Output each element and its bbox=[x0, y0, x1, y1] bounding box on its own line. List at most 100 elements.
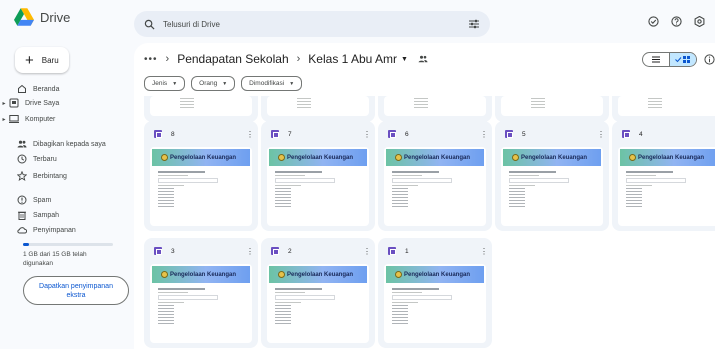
new-button[interactable]: + Baru bbox=[15, 47, 69, 73]
more-vert-icon[interactable]: ⋮ bbox=[363, 130, 371, 139]
sidebar-item-computers[interactable]: ▸ Komputer bbox=[0, 112, 130, 126]
file-card[interactable]: 7 ⋮ Pengelolaan Keuangan bbox=[261, 121, 375, 231]
chevron-right-icon: › bbox=[296, 53, 301, 65]
more-vert-icon[interactable]: ⋮ bbox=[480, 247, 488, 256]
sidebar-item-spam[interactable]: Spam bbox=[0, 193, 130, 207]
file-card-header: 1 ⋮ bbox=[388, 245, 488, 257]
computer-icon bbox=[9, 115, 19, 123]
sidebar-item-label: Penyimpanan bbox=[33, 226, 76, 234]
seal-icon bbox=[395, 154, 402, 161]
thumbnail-banner-text: Pengelolaan Keuangan bbox=[404, 154, 471, 161]
sidebar-item-trash[interactable]: Sampah bbox=[0, 208, 130, 222]
file-name: 3 bbox=[171, 247, 175, 255]
sidebar-item-storage[interactable]: Penyimpanan bbox=[0, 223, 130, 237]
file-card[interactable]: 3 ⋮ Pengelolaan Keuangan bbox=[144, 238, 258, 348]
filter-chip-people[interactable]: Orang ▼ bbox=[191, 76, 236, 91]
file-name: 4 bbox=[639, 130, 643, 138]
list-view-icon bbox=[652, 56, 660, 63]
sidebar-item-home[interactable]: Beranda bbox=[0, 82, 130, 96]
caret-down-icon: ▼ bbox=[172, 80, 178, 87]
expand-arrow-icon[interactable]: ▸ bbox=[0, 116, 8, 123]
grid-view-button[interactable] bbox=[669, 53, 696, 66]
more-vert-icon[interactable]: ⋮ bbox=[363, 247, 371, 256]
seal-icon bbox=[512, 154, 519, 161]
file-card-partial[interactable] bbox=[144, 96, 258, 122]
more-vert-icon[interactable]: ⋮ bbox=[246, 130, 254, 139]
seal-icon bbox=[161, 154, 168, 161]
plus-icon: + bbox=[25, 51, 34, 69]
sidebar-item-starred[interactable]: Berbintang bbox=[0, 169, 130, 183]
storage-text: 1 GB dari 15 GB telah digunakan bbox=[23, 251, 87, 267]
filter-chip-label: Jenis bbox=[152, 80, 168, 87]
more-vert-icon[interactable]: ⋮ bbox=[597, 130, 605, 139]
top-icons bbox=[648, 16, 705, 27]
tune-icon[interactable] bbox=[468, 18, 480, 30]
sidebar-item-label: Berbintang bbox=[33, 172, 67, 180]
file-thumbnail: Pengelolaan Keuangan bbox=[267, 147, 369, 226]
more-vert-icon[interactable]: ⋮ bbox=[480, 130, 488, 139]
offline-status-icon[interactable] bbox=[648, 16, 659, 27]
search-icon[interactable] bbox=[144, 19, 155, 30]
file-card[interactable]: 8 ⋮ Pengelolaan Keuangan bbox=[144, 121, 258, 231]
star-icon bbox=[17, 171, 27, 181]
more-vert-icon[interactable]: ⋮ bbox=[246, 247, 254, 256]
file-card[interactable]: 5 ⋮ Pengelolaan Keuangan bbox=[495, 121, 609, 231]
file-name: 2 bbox=[288, 247, 292, 255]
breadcrumb-item[interactable]: Pendapatan Sekolah bbox=[177, 52, 288, 66]
seal-icon bbox=[278, 154, 285, 161]
caret-down-icon[interactable]: ▼ bbox=[401, 56, 408, 63]
list-view-button[interactable] bbox=[643, 53, 669, 66]
thumbnail-banner-text: Pengelolaan Keuangan bbox=[287, 271, 354, 278]
file-thumbnail: Pengelolaan Keuangan bbox=[267, 264, 369, 343]
sidebar-item-recent[interactable]: Terbaru bbox=[0, 152, 130, 166]
breadcrumb-more-button[interactable]: ••• bbox=[144, 54, 158, 65]
file-name: 5 bbox=[522, 130, 526, 138]
help-icon[interactable] bbox=[671, 16, 682, 27]
thumbnail-banner-text: Pengelolaan Keuangan bbox=[170, 271, 237, 278]
file-card-partial[interactable] bbox=[495, 96, 609, 122]
file-card-partial[interactable] bbox=[612, 96, 715, 122]
drive-logo[interactable]: Drive bbox=[14, 8, 70, 26]
breadcrumb: ••• › Pendapatan Sekolah › Kelas 1 Abu A… bbox=[144, 52, 428, 66]
sidebar-item-my-drive[interactable]: ▸ Drive Saya bbox=[0, 96, 130, 110]
search-input[interactable]: Telusuri di Drive bbox=[163, 20, 468, 29]
get-more-storage-button[interactable]: Dapatkan penyimpanan ekstra bbox=[23, 276, 129, 305]
sidebar-item-shared[interactable]: Dibagikan kepada saya bbox=[0, 137, 130, 151]
spam-icon bbox=[17, 195, 27, 205]
search-bar[interactable]: Telusuri di Drive bbox=[134, 11, 490, 37]
file-card[interactable]: 2 ⋮ Pengelolaan Keuangan bbox=[261, 238, 375, 348]
file-card[interactable]: 4 ⋮ Pengelolaan Keuangan bbox=[612, 121, 715, 231]
sheets-icon bbox=[388, 130, 396, 138]
drive-app: Drive Telusuri di Drive + Baru Beranda ▸… bbox=[0, 0, 715, 349]
breadcrumb-current-folder[interactable]: Kelas 1 Abu Amr bbox=[308, 52, 397, 66]
main-panel: ••• › Pendapatan Sekolah › Kelas 1 Abu A… bbox=[134, 43, 715, 349]
sheets-icon bbox=[271, 130, 279, 138]
thumbnail-banner-text: Pengelolaan Keuangan bbox=[287, 154, 354, 161]
home-icon bbox=[18, 84, 26, 93]
filter-chip-modified[interactable]: Dimodifikasi ▼ bbox=[241, 76, 303, 91]
cloud-icon bbox=[17, 227, 27, 234]
file-card[interactable]: 1 ⋮ Pengelolaan Keuangan bbox=[378, 238, 492, 348]
chevron-right-icon: › bbox=[165, 53, 170, 65]
filter-chip-type[interactable]: Jenis ▼ bbox=[144, 76, 186, 91]
expand-arrow-icon[interactable]: ▸ bbox=[0, 100, 8, 107]
file-card-partial[interactable] bbox=[261, 96, 375, 122]
sheets-icon bbox=[154, 130, 162, 138]
file-thumbnail bbox=[384, 96, 486, 116]
file-card-header: 3 ⋮ bbox=[154, 245, 254, 257]
seal-icon bbox=[395, 271, 402, 278]
clock-icon bbox=[17, 154, 27, 164]
caret-down-icon: ▼ bbox=[289, 80, 295, 87]
file-card-header: 8 ⋮ bbox=[154, 128, 254, 140]
file-card-partial[interactable] bbox=[378, 96, 492, 122]
sidebar-item-label: Drive Saya bbox=[25, 99, 60, 107]
sheets-icon bbox=[622, 130, 630, 138]
settings-icon[interactable] bbox=[694, 16, 705, 27]
storage-bar bbox=[23, 243, 113, 246]
file-card[interactable]: 6 ⋮ Pengelolaan Keuangan bbox=[378, 121, 492, 231]
sidebar-item-label: Dibagikan kepada saya bbox=[33, 140, 106, 148]
thumbnail-banner-text: Pengelolaan Keuangan bbox=[404, 271, 471, 278]
filter-chip-label: Dimodifikasi bbox=[249, 80, 285, 87]
file-thumbnail bbox=[267, 96, 369, 116]
info-icon[interactable] bbox=[704, 54, 715, 65]
